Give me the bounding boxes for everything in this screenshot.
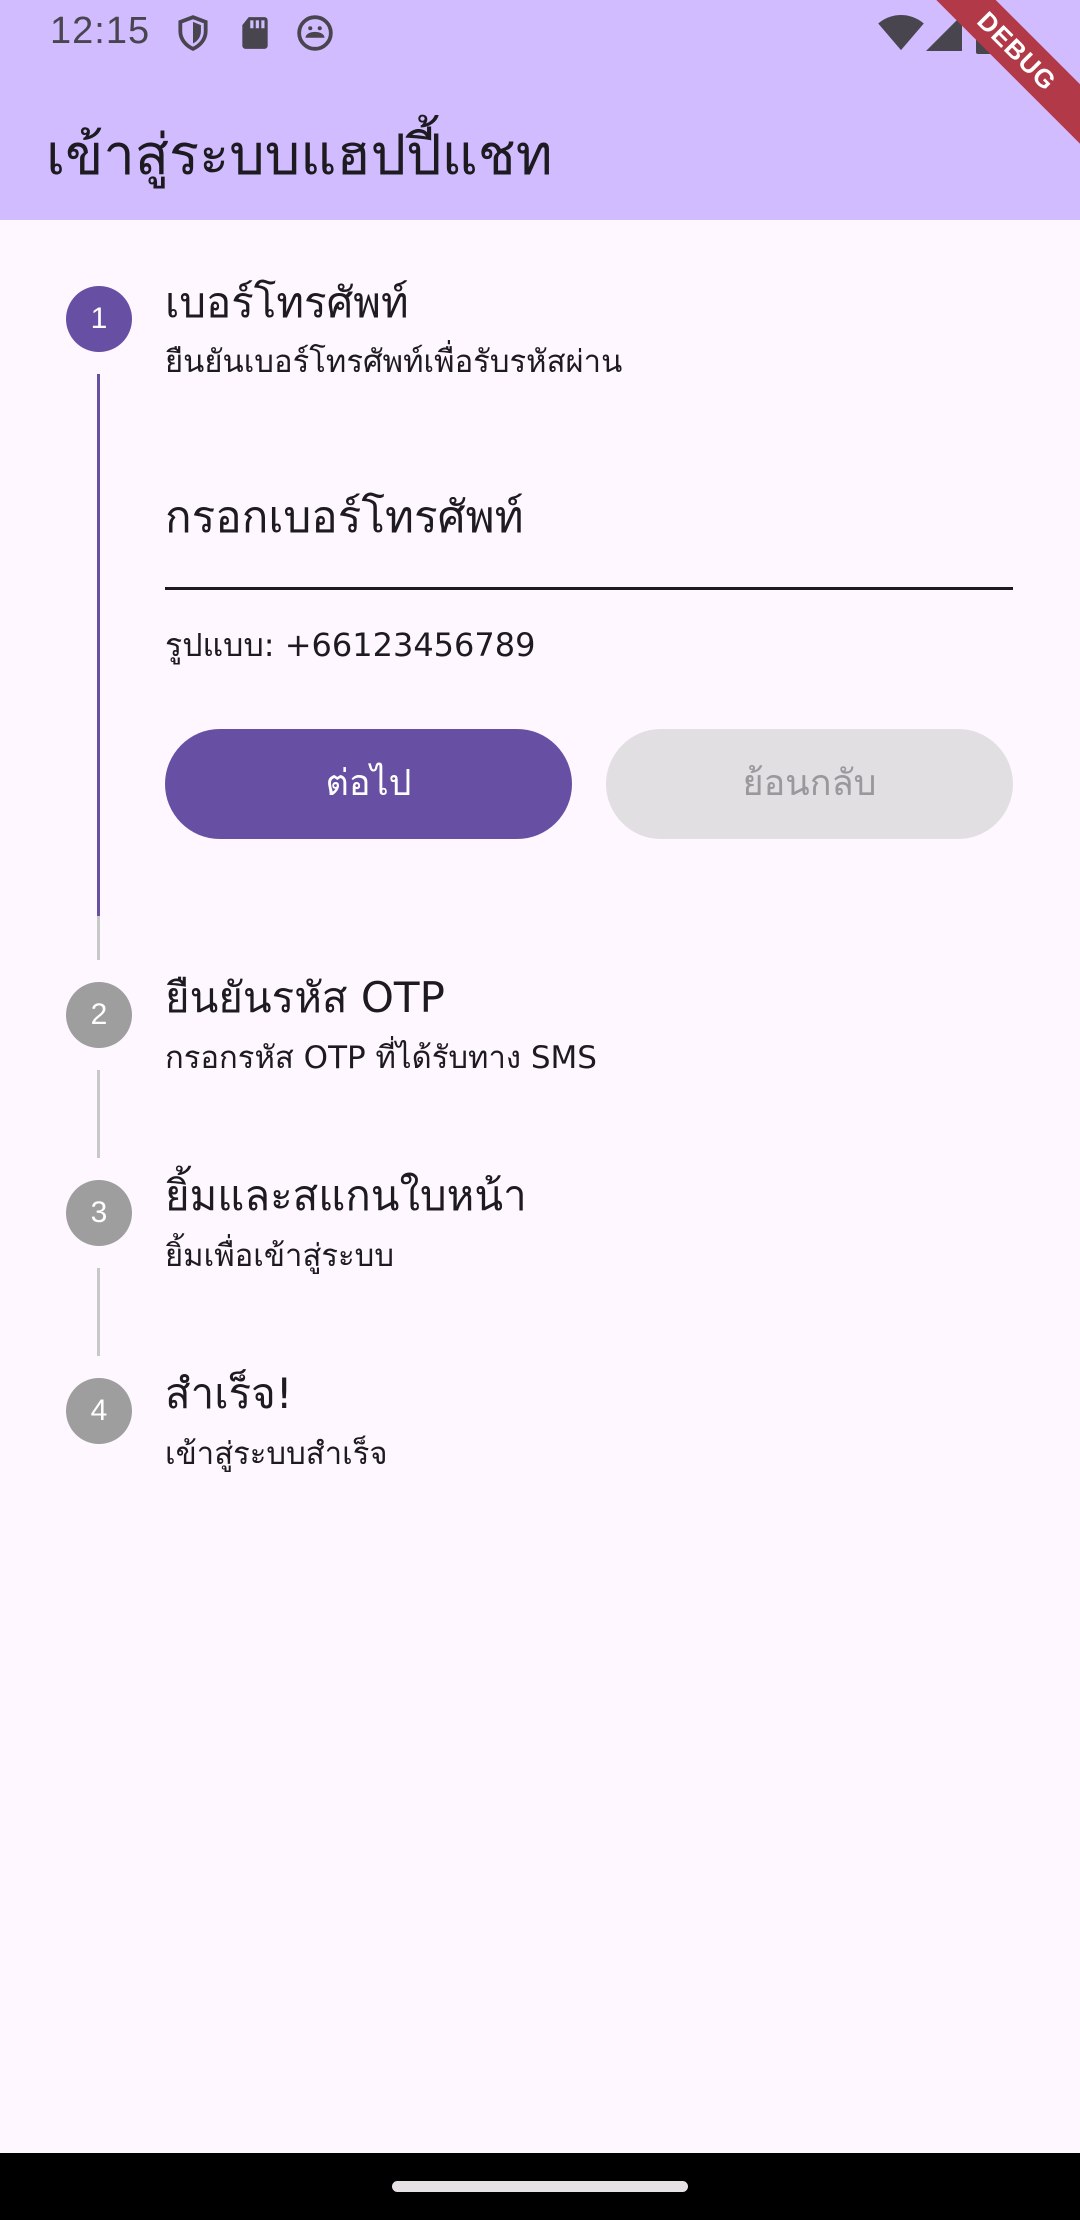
shield-icon	[178, 15, 208, 51]
page-title: เข้าสู่ระบบแฮปปี้แชท	[46, 123, 553, 188]
step-2-title[interactable]: ยืนยันรหัส OTP	[165, 965, 445, 1031]
step-1-subtitle: ยืนยันเบอร์โทรศัพท์เพื่อรับรหัสผ่าน	[165, 344, 623, 380]
step-4-subtitle: เข้าสู่ระบบสำเร็จ	[165, 1436, 388, 1472]
step-1-connector	[97, 916, 100, 960]
back-button[interactable]: ย้อนกลับ	[606, 729, 1013, 839]
phone-format-hint: รูปแบบ: +66123456789	[165, 626, 536, 664]
step-1-indicator[interactable]: 1	[66, 286, 132, 352]
step-1-connector-active	[97, 374, 100, 916]
step-4-title[interactable]: สำเร็จ!	[165, 1361, 293, 1427]
wifi-icon	[878, 14, 924, 51]
status-time: 12:15	[50, 10, 151, 52]
android-face-icon	[297, 15, 333, 51]
phone-number-input[interactable]	[165, 470, 1013, 590]
next-button[interactable]: ต่อไป	[165, 729, 572, 839]
step-2-indicator[interactable]: 2	[66, 982, 132, 1048]
step-2-subtitle: กรอกรหัส OTP ที่ได้รับทาง SMS	[165, 1040, 597, 1076]
step-3-indicator[interactable]: 3	[66, 1180, 132, 1246]
step-3-connector	[97, 1268, 100, 1356]
app-bar: 12:15 เข้าสู่ระบบแฮปปี้แชท DEBUG	[0, 0, 1080, 220]
sd-card-icon	[242, 17, 268, 49]
step-3-subtitle: ยิ้มเพื่อเข้าสู่ระบบ	[165, 1238, 395, 1274]
step-2-connector	[97, 1070, 100, 1158]
home-gesture-handle[interactable]	[392, 2181, 688, 2192]
step-1-title[interactable]: เบอร์โทรศัพท์	[165, 270, 409, 336]
step-3-title[interactable]: ยิ้มและสแกนใบหน้า	[165, 1163, 527, 1229]
step-4-indicator[interactable]: 4	[66, 1378, 132, 1444]
